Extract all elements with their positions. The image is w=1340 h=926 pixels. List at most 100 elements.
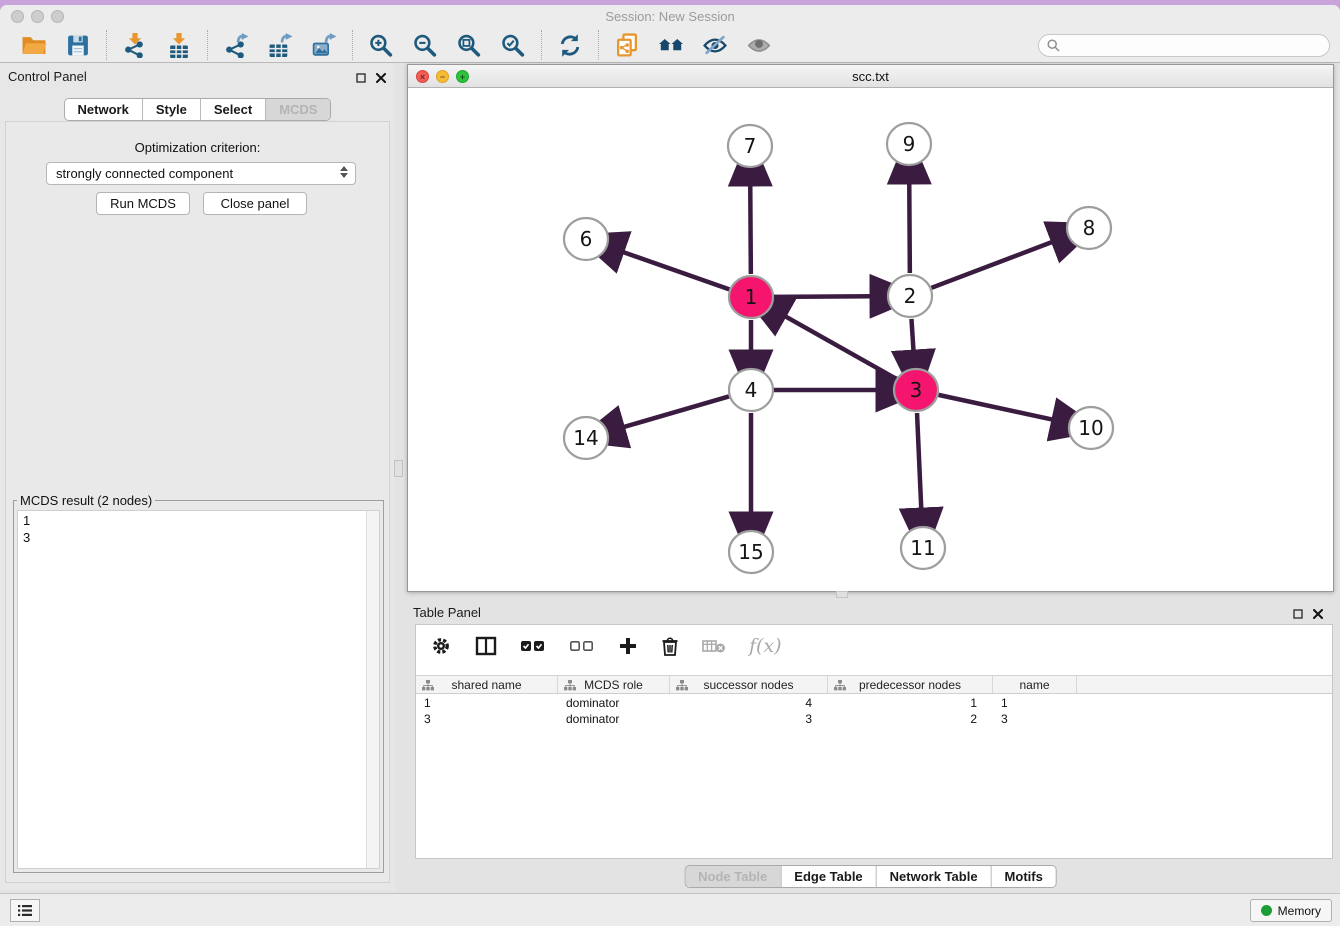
graph-edge-3-10[interactable] — [938, 395, 1055, 420]
column-header-predecessor-nodes[interactable]: predecessor nodes — [828, 676, 993, 693]
function-builder-icon[interactable]: f(x) — [749, 633, 782, 659]
float-table-panel-icon[interactable] — [1291, 607, 1304, 620]
zoom-selected-icon[interactable] — [498, 30, 528, 60]
graph-node-10[interactable]: 10 — [1069, 407, 1113, 449]
tab-network[interactable]: Network — [65, 99, 142, 120]
graph-node-4[interactable]: 4 — [729, 369, 773, 411]
graph-edge-2-3[interactable] — [911, 319, 913, 354]
graph-node-6[interactable]: 6 — [564, 218, 608, 260]
graph-edge-2-8[interactable] — [932, 241, 1056, 288]
show-columns-icon[interactable] — [475, 633, 497, 659]
criterion-dropdown[interactable]: strongly connected component — [46, 162, 356, 185]
import-network-icon[interactable] — [120, 30, 150, 60]
cell-MCDS-role[interactable]: dominator — [558, 695, 670, 711]
main-toolbar — [0, 28, 1340, 63]
graph-edge-3-1[interactable] — [782, 315, 896, 379]
task-history-button[interactable] — [10, 899, 40, 922]
table-row[interactable]: 1dominator411 — [416, 695, 1332, 711]
vertical-splitter-handle[interactable] — [394, 460, 403, 477]
column-header-name[interactable]: name — [993, 676, 1077, 693]
graph-edge-1-2[interactable] — [774, 296, 874, 297]
cell-shared-name[interactable]: 3 — [416, 711, 558, 727]
horizontal-splitter-handle[interactable] — [836, 591, 848, 598]
network-canvas[interactable]: 7 9 6 8 1 2 4 3 14 10 15 11 — [408, 88, 1333, 591]
tab-motifs[interactable]: Motifs — [991, 866, 1056, 887]
graph-edge-2-9[interactable] — [909, 180, 910, 273]
graph-node-15[interactable]: 15 — [729, 531, 773, 573]
svg-text:7: 7 — [744, 134, 757, 158]
table-row[interactable]: 3dominator323 — [416, 711, 1332, 727]
save-session-icon[interactable] — [63, 30, 93, 60]
tab-select[interactable]: Select — [200, 99, 265, 120]
column-header-shared-name[interactable]: shared name — [416, 676, 558, 693]
tab-style[interactable]: Style — [142, 99, 200, 120]
graph-node-9[interactable]: 9 — [887, 123, 931, 165]
graph-node-8[interactable]: 8 — [1067, 207, 1111, 249]
network-window-titlebar[interactable]: × − + scc.txt — [408, 65, 1333, 88]
hide-selected-icon[interactable] — [700, 30, 730, 60]
zoom-out-icon[interactable] — [410, 30, 440, 60]
search-input[interactable] — [1038, 34, 1330, 57]
close-panel-button[interactable]: Close panel — [203, 192, 307, 215]
cell-predecessor-nodes[interactable]: 1 — [828, 695, 993, 711]
cell-MCDS-role[interactable]: dominator — [558, 711, 670, 727]
close-table-panel-icon[interactable] — [1311, 607, 1324, 620]
memory-button[interactable]: Memory — [1250, 899, 1332, 922]
refresh-icon[interactable] — [555, 30, 585, 60]
graph-node-2[interactable]: 2 — [888, 275, 932, 317]
zoom-in-icon[interactable] — [366, 30, 396, 60]
search-icon — [1047, 39, 1060, 57]
zoom-fit-icon[interactable] — [454, 30, 484, 60]
mcds-result-title: MCDS result (2 nodes) — [17, 493, 155, 508]
result-scrollbar[interactable] — [366, 511, 379, 868]
open-session-icon[interactable] — [19, 30, 49, 60]
unselect-all-columns-icon[interactable] — [569, 633, 595, 659]
column-header-MCDS-role[interactable]: MCDS role — [558, 676, 670, 693]
create-column-icon[interactable] — [618, 633, 638, 659]
graph-edge-1-6[interactable] — [620, 251, 729, 289]
select-all-columns-icon[interactable] — [520, 633, 546, 659]
mcds-result-line: 1 — [23, 512, 374, 529]
close-panel-icon[interactable] — [374, 71, 387, 84]
graph-node-3[interactable]: 3 — [894, 369, 938, 411]
graph-edge-3-11[interactable] — [917, 413, 921, 512]
tab-network-table[interactable]: Network Table — [876, 866, 991, 887]
network-file-icon[interactable] — [612, 30, 642, 60]
tab-mcds[interactable]: MCDS — [265, 99, 330, 120]
table-settings-icon[interactable] — [430, 633, 452, 659]
network-window-title: scc.txt — [408, 69, 1333, 84]
export-network-icon[interactable] — [221, 30, 251, 60]
cell-name[interactable]: 3 — [993, 711, 1077, 727]
export-image-icon[interactable] — [309, 30, 339, 60]
float-panel-icon[interactable] — [354, 71, 367, 84]
graph-edge-1-7[interactable] — [750, 182, 751, 274]
table-panel-title: Table Panel — [413, 605, 481, 620]
cell-successor-nodes[interactable]: 4 — [670, 695, 828, 711]
graph-node-1[interactable]: 1 — [729, 276, 773, 318]
graph-node-7[interactable]: 7 — [728, 125, 772, 167]
table-toolbar: f(x) — [416, 625, 1332, 667]
tab-node-table[interactable]: Node Table — [685, 866, 780, 887]
column-header-successor-nodes[interactable]: successor nodes — [670, 676, 828, 693]
graph-node-14[interactable]: 14 — [564, 417, 608, 459]
tab-edge-table[interactable]: Edge Table — [780, 866, 875, 887]
graph-edge-4-14[interactable] — [621, 396, 729, 428]
graph-node-11[interactable]: 11 — [901, 527, 945, 569]
cell-name[interactable]: 1 — [993, 695, 1077, 711]
cell-predecessor-nodes[interactable]: 2 — [828, 711, 993, 727]
network-graph[interactable]: 7 9 6 8 1 2 4 3 14 10 15 11 — [408, 88, 1333, 591]
run-mcds-button[interactable]: Run MCDS — [96, 192, 190, 215]
delete-column-icon[interactable] — [661, 633, 679, 659]
mcds-result-area[interactable]: 13 — [17, 510, 380, 869]
delete-table-icon[interactable] — [702, 633, 726, 659]
import-table-icon[interactable] — [164, 30, 194, 60]
first-neighbors-icon[interactable] — [656, 30, 686, 60]
export-table-icon[interactable] — [265, 30, 295, 60]
cell-shared-name[interactable]: 1 — [416, 695, 558, 711]
cell-successor-nodes[interactable]: 3 — [670, 711, 828, 727]
dropdown-stepper-icon — [340, 166, 348, 178]
table-header-row: shared nameMCDS rolesuccessor nodesprede… — [416, 675, 1332, 694]
show-all-icon[interactable] — [744, 30, 774, 60]
titlebar: Session: New Session — [0, 5, 1340, 28]
status-bar: Memory — [0, 893, 1340, 926]
